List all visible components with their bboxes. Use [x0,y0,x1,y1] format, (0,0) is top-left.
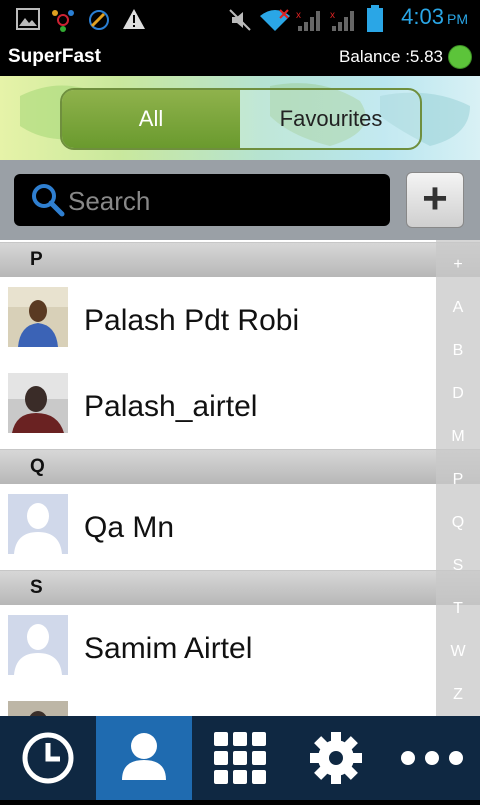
add-contact-button[interactable]: + [406,172,464,228]
index-letter[interactable]: S [436,557,480,575]
search-icon [32,184,65,217]
avatar-photo [8,701,68,716]
dialpad-icon [214,732,266,784]
index-letter[interactable]: A [436,299,480,317]
usb-icon [52,10,74,32]
tab-recents[interactable] [0,716,96,800]
tab-settings[interactable] [288,716,384,800]
index-letter[interactable]: T [436,600,480,618]
search-placeholder: Search [68,186,151,216]
status-time: 4:03 PM [401,4,468,29]
contact-row-partial[interactable] [0,691,436,716]
gallery-icon [16,8,40,30]
default-avatar-icon [8,615,68,675]
balance-text: Balance :5.83 [339,47,443,66]
app-bar: SuperFast Balance :5.83 [0,38,480,76]
contact-name: Samim Airtel [84,632,253,665]
default-avatar-icon [8,494,68,554]
tab-dialpad[interactable] [192,716,288,800]
status-bar: x x 4:03 PM [0,0,480,38]
signal-icon-2: x [330,10,354,31]
index-letter[interactable]: Z [436,686,480,704]
warning-icon [123,9,145,29]
index-letter[interactable]: + [436,256,480,274]
index-letter[interactable]: P [436,471,480,489]
mute-icon [229,9,251,31]
app-title: SuperFast [8,46,101,67]
contact-row[interactable]: Qa Mn [0,484,436,570]
settings-icon [310,732,362,784]
index-letter[interactable]: Q [436,514,480,532]
section-header: S [0,570,480,605]
contact-name: Palash Pdt Robi [84,304,300,337]
index-letter[interactable]: W [436,643,480,661]
online-status-dot [448,45,472,69]
tab-favourites[interactable]: Favourites [242,90,420,148]
index-letter[interactable]: B [436,342,480,360]
contact-name: Qa Mn [84,511,175,544]
contact-name: Palash_airtel [84,390,258,423]
tab-banner: All Favourites [0,76,480,160]
clock-icon [22,732,74,784]
svg-text:x: x [330,10,335,21]
index-letter[interactable]: M [436,428,480,446]
section-header: Q [0,449,480,484]
search-row: Search + [0,160,480,240]
plus-icon: + [422,174,448,223]
tab-contacts[interactable] [96,716,192,800]
battery-icon [367,5,383,32]
search-input[interactable]: Search [14,174,390,226]
contact-list[interactable]: P Palash Pdt Robi Palash_airtel Q Qa Mn … [0,240,480,716]
section-header: P [0,242,480,277]
signal-icon-1: x [296,10,320,31]
tab-all[interactable]: All [62,90,240,148]
contact-row[interactable]: Palash Pdt Robi [0,277,436,363]
alphabet-index[interactable]: + A B D M P Q S T W Z [436,240,480,716]
svg-text:x: x [296,10,301,21]
sync-icon [89,10,109,30]
more-icon [401,751,463,765]
contacts-icon [122,733,166,780]
avatar-photo [8,287,68,347]
contact-row[interactable]: Palash_airtel [0,363,436,449]
tab-more[interactable] [384,716,480,800]
segmented-control: All Favourites [60,88,422,150]
index-letter[interactable]: D [436,385,480,403]
contact-row[interactable]: Samim Airtel [0,605,436,691]
avatar-photo [8,373,68,433]
bottom-navigation [0,716,480,800]
wifi-icon [260,9,290,31]
